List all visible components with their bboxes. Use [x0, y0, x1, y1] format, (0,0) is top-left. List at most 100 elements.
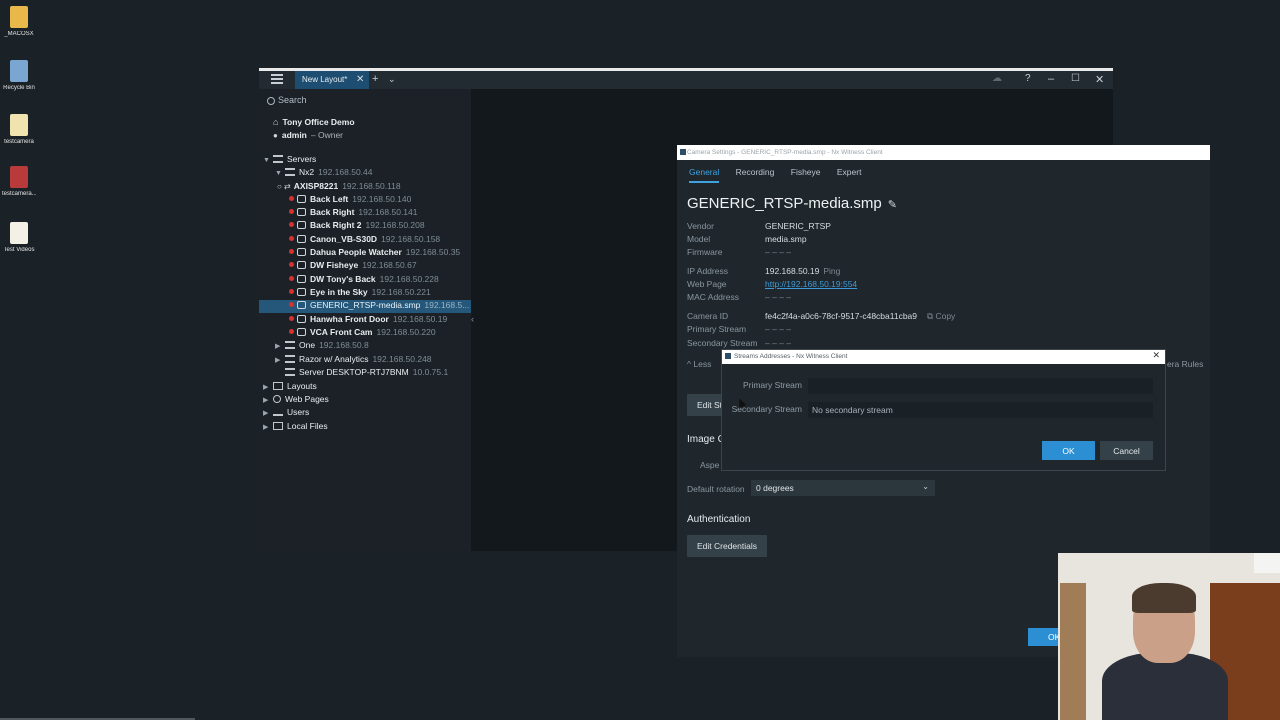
folder-icon: [10, 6, 28, 28]
tree-item-server[interactable]: ▶ Razor w/ Analytics 192.168.50.248: [275, 354, 487, 367]
desktop-icon-macosx[interactable]: _MACOSX: [2, 6, 36, 37]
default-rotation-label: Default rotation: [687, 484, 745, 494]
tab-general[interactable]: General: [689, 167, 720, 183]
tree-item-server[interactable]: ▶ One 192.168.50.8: [275, 340, 487, 353]
tab-expert[interactable]: Expert: [837, 167, 862, 177]
tree-item-camera[interactable]: Dahua People Watcher 192.168.50.35: [289, 247, 501, 260]
user-icon: ●: [273, 131, 278, 140]
minimize-icon[interactable]: –: [1048, 73, 1054, 85]
camera-icon: [297, 208, 306, 216]
close-window-icon[interactable]: ✕: [1095, 73, 1104, 86]
webcam-overlay: [1058, 553, 1280, 720]
current-user-row[interactable]: ● admin – Owner: [273, 130, 485, 143]
tree-item-camera[interactable]: Back Right 2 192.168.50.208: [289, 220, 501, 233]
edit-credentials-button[interactable]: Edit Credentials: [687, 535, 768, 557]
tree-item-camera[interactable]: VCA Front Cam 192.168.50.220: [289, 327, 501, 340]
main-menu-icon[interactable]: [271, 74, 283, 84]
recording-dot-icon: [289, 289, 294, 294]
tree-item-users[interactable]: ▶ Users: [263, 407, 475, 420]
authentication-heading: Authentication: [687, 514, 751, 525]
tree-item-camera-selected[interactable]: GENERIC_RTSP-media.smp 192.168.5...: [259, 300, 471, 313]
users-icon: [273, 408, 283, 416]
firmware-label: Firmware: [687, 247, 723, 257]
servers-icon: [273, 155, 283, 163]
tab-label: New Layout*: [302, 75, 348, 84]
camera-rules-link[interactable]: era Rules: [1167, 359, 1203, 369]
chevron-down-icon: ⌄: [922, 482, 929, 491]
tree-item-camera[interactable]: Canon_VB-S30D 192.168.50.158: [289, 234, 501, 247]
search-input[interactable]: Search: [267, 95, 307, 105]
model-label: Model: [687, 234, 711, 244]
close-tab-icon[interactable]: ✕: [356, 74, 364, 85]
archive-icon: [10, 166, 28, 188]
tab-fisheye[interactable]: Fisheye: [791, 167, 821, 177]
tree-item-camera[interactable]: ○ ⇄ AXISP8221 192.168.50.118: [277, 181, 501, 194]
cloud-icon[interactable]: ☁: [992, 73, 1002, 84]
add-tab-icon[interactable]: +: [372, 73, 378, 85]
tree-item-server-nx2[interactable]: ▼ Nx2 192.168.50.44: [275, 167, 487, 180]
user-role: – Owner: [310, 130, 343, 140]
expand-right-icon: ▶: [263, 424, 269, 431]
edit-pencil-icon[interactable]: ✎: [888, 199, 897, 211]
ping-link[interactable]: Ping: [823, 266, 840, 276]
image-controls-heading: Image C: [687, 434, 725, 445]
collapse-panel-icon[interactable]: ‹: [471, 314, 474, 324]
chevron-down-icon[interactable]: ⌄: [388, 74, 396, 85]
model-value: media.smp: [765, 234, 807, 244]
primary-stream-input[interactable]: [808, 378, 1153, 394]
tree-item-layouts[interactable]: ▶ Layouts: [263, 381, 475, 394]
recording-dot-icon: [289, 209, 294, 214]
primary-stream-label: Primary Stream: [742, 380, 802, 390]
tree-item-camera[interactable]: Back Right 192.168.50.141: [289, 207, 501, 220]
close-icon[interactable]: ✕: [1152, 350, 1160, 361]
desktop-icon-recycle-bin[interactable]: Recycle Bin: [2, 60, 36, 91]
recording-dot-icon: [289, 302, 294, 307]
desktop-icon-label: testcamera: [4, 139, 34, 145]
expand-right-icon: ▶: [263, 397, 269, 404]
secondary-stream-label: Secondary Stream: [687, 338, 758, 348]
io-module-icon: ○ ⇄: [277, 182, 291, 191]
tree-item-local-files[interactable]: ▶ Local Files: [263, 421, 475, 434]
recording-dot-icon: [289, 222, 294, 227]
expand-right-icon: ▶: [263, 384, 269, 391]
tree-item-camera[interactable]: DW Tony's Back 192.168.50.228: [289, 274, 501, 287]
camera-icon: [297, 235, 306, 243]
chevron-up-icon: ^: [687, 359, 691, 369]
recording-dot-icon: [289, 262, 294, 267]
secondary-stream-input[interactable]: No secondary stream: [808, 402, 1153, 418]
server-icon: [285, 341, 295, 349]
camera-icon: [297, 275, 306, 283]
default-rotation-select[interactable]: 0 degrees ⌄: [751, 480, 935, 496]
vendor-value: GENERIC_RTSP: [765, 221, 831, 231]
system-name-row[interactable]: ⌂ Tony Office Demo: [273, 117, 485, 130]
server-icon: [285, 168, 295, 176]
tab-recording[interactable]: Recording: [736, 167, 775, 177]
mac-label: MAC Address: [687, 292, 739, 302]
ok-button[interactable]: OK: [1042, 441, 1095, 460]
settings-ok-button[interactable]: OK: [1028, 628, 1062, 646]
firmware-value: – – – –: [765, 247, 791, 257]
app-logo-icon: [725, 353, 731, 359]
layouts-icon: [273, 382, 283, 390]
camera-icon: [297, 248, 306, 256]
help-icon[interactable]: ?: [1025, 73, 1031, 84]
tree-item-camera[interactable]: Back Left 192.168.50.140: [289, 194, 501, 207]
tree-item-camera[interactable]: DW Fisheye 192.168.50.67: [289, 260, 501, 273]
desktop-icon-testcamera-archive[interactable]: testcamera...: [2, 166, 36, 197]
cancel-button[interactable]: Cancel: [1100, 441, 1153, 460]
title-bar: New Layout* ✕ + ⌄ ☁ ? – ☐ ✕: [259, 71, 1113, 89]
less-info-toggle[interactable]: ^ Less: [687, 359, 711, 369]
desktop-icon-testcamera[interactable]: testcamera: [2, 114, 36, 145]
tree-item-web-pages[interactable]: ▶ Web Pages: [263, 394, 475, 407]
copy-button[interactable]: ⧉ Copy: [927, 311, 955, 321]
ip-value: 192.168.50.19 Ping: [765, 266, 840, 276]
web-page-link[interactable]: http://192.168.50.19:554: [765, 279, 857, 289]
maximize-icon[interactable]: ☐: [1071, 73, 1080, 84]
camera-icon: [297, 301, 306, 309]
tree-item-servers[interactable]: ▼ Servers: [263, 154, 475, 167]
recording-dot-icon: [289, 249, 294, 254]
desktop-icon-test-videos[interactable]: Test Videos: [2, 222, 36, 253]
tree-item-server[interactable]: Server DESKTOP-RTJ7BNM 10.0.75.1: [275, 367, 487, 380]
tree-item-camera[interactable]: Hanwha Front Door 192.168.50.19: [289, 314, 501, 327]
tree-item-camera[interactable]: Eye in the Sky 192.168.50.221: [289, 287, 501, 300]
